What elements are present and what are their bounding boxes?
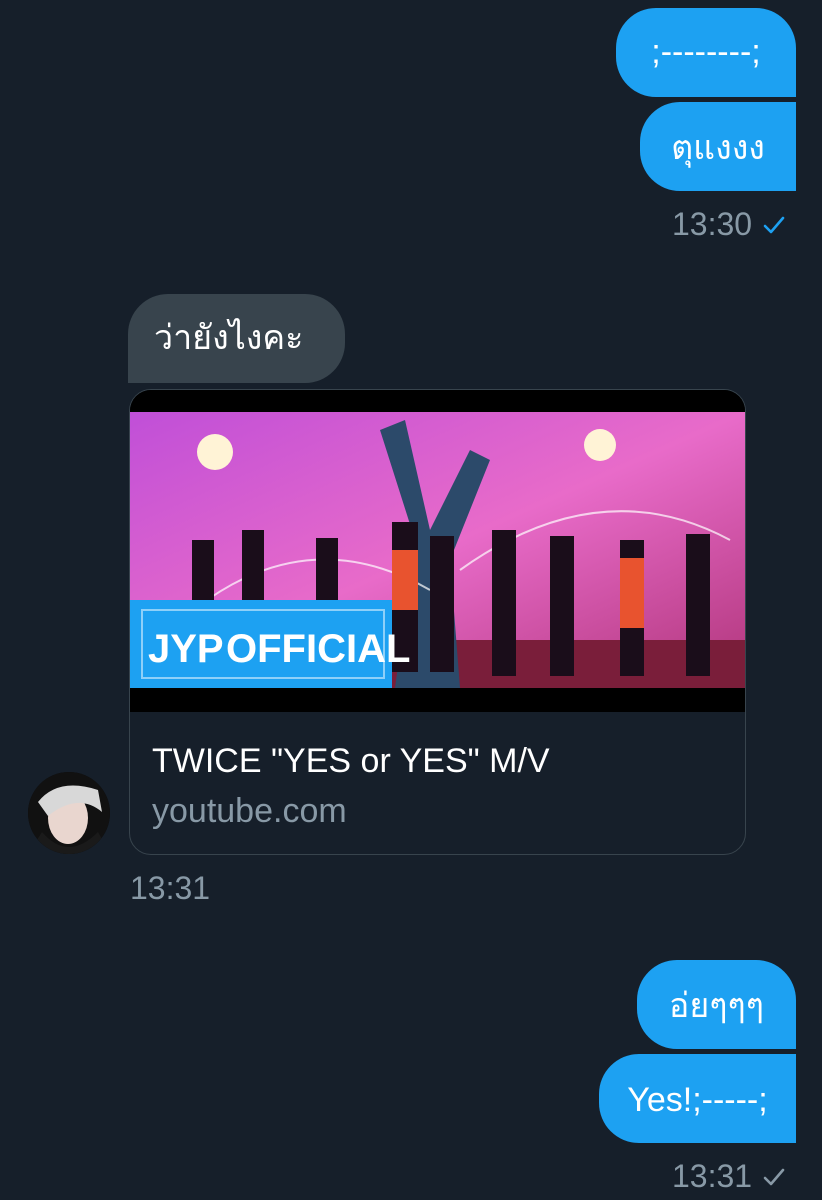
message-text: ;--------; bbox=[651, 33, 761, 71]
message-text: อ่ยๆๆๆ bbox=[668, 987, 765, 1025]
sent-check-icon bbox=[763, 1168, 785, 1185]
chat-screen: ;--------; ตุแงงง 13:30 ว่ายังไงคะ JYP O… bbox=[0, 0, 822, 1200]
message-text: ว่ายังไงคะ bbox=[154, 319, 304, 357]
thumbnail-image: JYP OFFICIAL bbox=[130, 390, 745, 712]
read-check-icon bbox=[763, 216, 785, 233]
message-timestamp: 13:31 bbox=[672, 1158, 786, 1195]
video-thumbnail[interactable]: JYP OFFICIAL bbox=[130, 390, 745, 712]
badge-text: OFFICIAL bbox=[226, 627, 410, 671]
outgoing-message[interactable]: อ่ยๆๆๆ bbox=[637, 960, 796, 1049]
message-text: ตุแงงง bbox=[671, 129, 765, 167]
card-domain: youtube.com bbox=[152, 792, 347, 830]
incoming-message[interactable]: ว่ายังไงคะ bbox=[128, 294, 345, 383]
link-preview-card[interactable]: JYP OFFICIAL TWICE "YES or YES" M/V yout… bbox=[129, 389, 746, 855]
outgoing-message[interactable]: ;--------; bbox=[616, 8, 796, 97]
avatar-image bbox=[28, 772, 110, 854]
outgoing-message[interactable]: Yes!;-----; bbox=[599, 1054, 796, 1143]
timestamp-text: 13:31 bbox=[130, 870, 211, 906]
timestamp-text: 13:30 bbox=[672, 206, 753, 242]
timestamp-text: 13:31 bbox=[672, 1158, 753, 1194]
card-title: TWICE "YES or YES" M/V bbox=[152, 742, 550, 780]
avatar[interactable] bbox=[28, 772, 110, 854]
message-text: Yes!;-----; bbox=[627, 1081, 768, 1119]
logo-text: JYP bbox=[148, 627, 224, 671]
outgoing-message[interactable]: ตุแงงง bbox=[640, 102, 796, 191]
message-timestamp: 13:30 bbox=[672, 206, 786, 243]
message-timestamp: 13:31 bbox=[130, 870, 210, 907]
